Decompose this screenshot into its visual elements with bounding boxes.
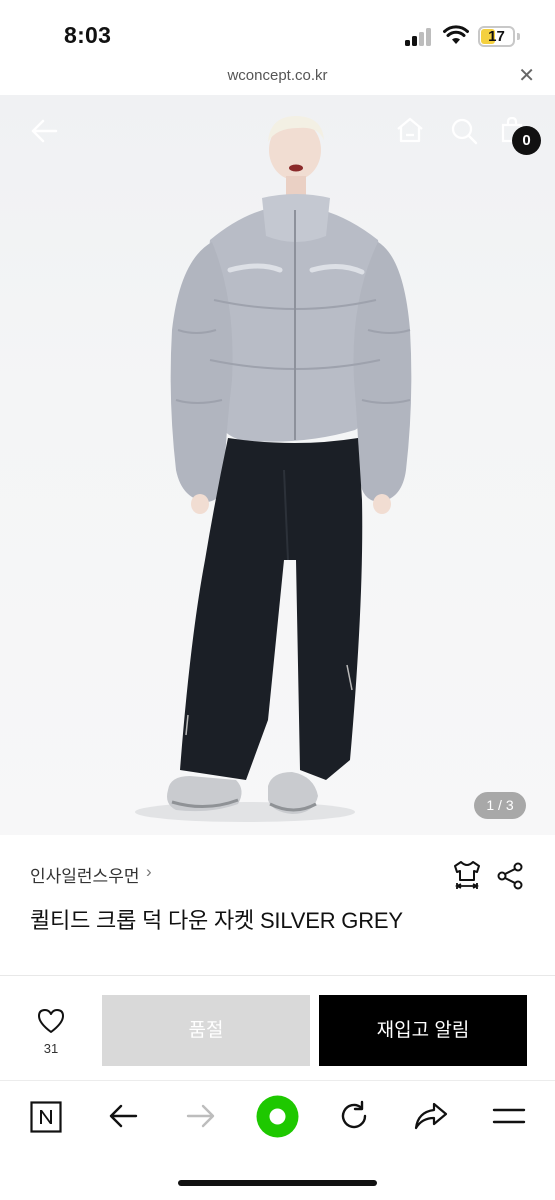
cart-count-badge[interactable]: 0 (512, 126, 541, 155)
share-arrow-icon[interactable] (414, 1102, 448, 1130)
size-guide-icon[interactable] (452, 860, 482, 892)
close-icon[interactable]: ✕ (518, 65, 535, 87)
brand-name[interactable]: 인사일런스우먼 (30, 862, 139, 887)
like-count: 31 (43, 1041, 59, 1056)
restock-alert-button[interactable]: 재입고 알림 (319, 995, 527, 1066)
image-page-indicator: 1 / 3 (474, 792, 526, 819)
menu-icon[interactable] (492, 1106, 526, 1126)
home-indicator (178, 1180, 377, 1186)
home-icon[interactable] (396, 117, 424, 143)
naver-n-icon[interactable] (30, 1101, 62, 1133)
soldout-button[interactable]: 품절 (102, 995, 310, 1066)
product-title: 퀼티드 크롭 덕 다운 자켓 SILVER GREY (30, 908, 403, 933)
url-bar[interactable]: wconcept.co.kr ✕ (0, 62, 555, 95)
status-time: 8:03 (64, 22, 112, 48)
wifi-icon (443, 25, 469, 44)
forward-icon[interactable] (186, 1103, 216, 1129)
url-text[interactable]: wconcept.co.kr (0, 67, 555, 84)
product-image[interactable] (0, 95, 555, 835)
battery-icon: 17 (478, 26, 515, 47)
back-arrow-icon[interactable] (30, 119, 58, 143)
chevron-right-icon[interactable]: › (146, 862, 152, 882)
search-icon[interactable] (450, 117, 478, 145)
like-button[interactable] (30, 1008, 72, 1039)
back-icon[interactable] (108, 1103, 138, 1129)
cellular-signal-icon (405, 28, 435, 46)
green-dot-icon[interactable] (256, 1095, 299, 1138)
battery-level: 17 (488, 28, 505, 45)
status-bar: 8:03 17 (0, 0, 555, 62)
model-photo (135, 116, 412, 822)
heart-icon[interactable] (37, 1008, 65, 1034)
refresh-icon[interactable] (338, 1100, 370, 1132)
share-icon[interactable] (496, 862, 524, 890)
divider (0, 975, 555, 976)
